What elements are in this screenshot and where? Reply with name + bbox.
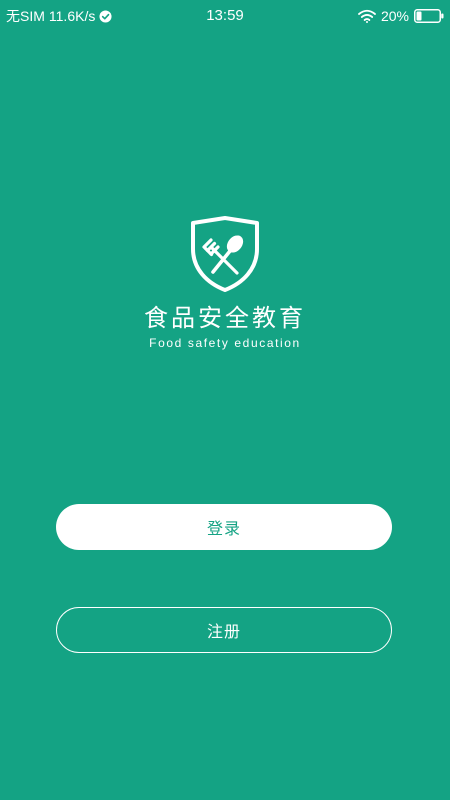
status-right: 20% (358, 8, 444, 24)
app-title: 食品安全教育 (144, 304, 306, 332)
app-subtitle: Food safety education (149, 336, 301, 350)
login-button-label: 登录 (206, 519, 241, 538)
wifi-icon (358, 9, 376, 23)
battery-percent: 20% (380, 8, 409, 24)
battery-icon (414, 9, 444, 23)
app-logo: 食品安全教育 Food safety education (0, 215, 450, 351)
register-button-label: 注册 (206, 622, 241, 641)
shield-fork-spoon-icon (191, 216, 259, 292)
login-button[interactable]: 登录 (56, 504, 392, 550)
register-button[interactable]: 注册 (56, 607, 392, 653)
status-bar: 无SIM 11.6K/s 13:59 20% (0, 0, 450, 32)
